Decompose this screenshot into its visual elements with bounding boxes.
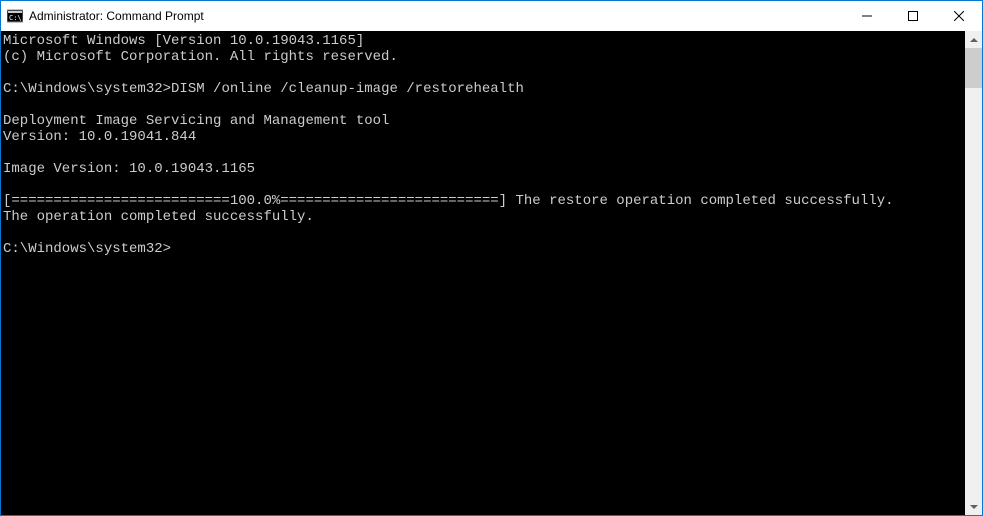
scroll-down-button[interactable] — [965, 498, 982, 515]
terminal-output[interactable]: Microsoft Windows [Version 10.0.19043.11… — [1, 31, 965, 515]
scroll-thumb[interactable] — [965, 48, 982, 88]
output-line: Deployment Image Servicing and Managemen… — [3, 113, 389, 129]
window-title: Administrator: Command Prompt — [29, 9, 204, 23]
prompt-path: C:\Windows\system32> — [3, 81, 171, 97]
svg-text:C:\: C:\ — [9, 14, 22, 22]
vertical-scrollbar[interactable] — [965, 31, 982, 515]
window-controls — [844, 1, 982, 31]
output-line: Version: 10.0.19041.844 — [3, 129, 196, 145]
minimize-button[interactable] — [844, 1, 890, 31]
maximize-button[interactable] — [890, 1, 936, 31]
scroll-up-button[interactable] — [965, 31, 982, 48]
titlebar[interactable]: C:\ Administrator: Command Prompt — [1, 1, 982, 31]
progress-line: [==========================100.0%=======… — [3, 193, 894, 209]
output-line: Microsoft Windows [Version 10.0.19043.11… — [3, 33, 364, 49]
output-line: Image Version: 10.0.19043.1165 — [3, 161, 255, 177]
terminal-area: Microsoft Windows [Version 10.0.19043.11… — [1, 31, 982, 515]
cmd-icon: C:\ — [7, 8, 23, 24]
command-prompt-window: C:\ Administrator: Command Prompt Micros… — [0, 0, 983, 516]
prompt-path: C:\Windows\system32> — [3, 241, 171, 257]
command-text: DISM /online /cleanup-image /restoreheal… — [171, 81, 524, 97]
output-line: The operation completed successfully. — [3, 209, 314, 225]
output-line: (c) Microsoft Corporation. All rights re… — [3, 49, 398, 65]
scroll-track[interactable] — [965, 48, 982, 498]
titlebar-left: C:\ Administrator: Command Prompt — [7, 8, 204, 24]
close-button[interactable] — [936, 1, 982, 31]
